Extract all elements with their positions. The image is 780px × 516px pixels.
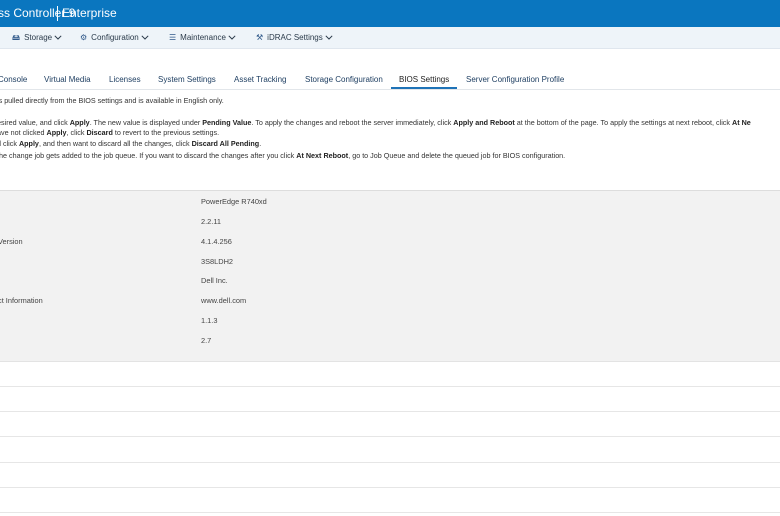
info-emphasis: Discard [86,128,113,137]
info-text: . To apply the changes and reboot the se… [251,118,454,127]
tab-system-settings[interactable]: System Settings [158,68,216,89]
info-text: , go to Job Queue and delete the queued … [348,151,566,160]
detail-value: 2.7 [201,336,212,345]
bios-system-information: Version ct Information PowerEdge R740xd … [0,190,780,362]
tab-console[interactable]: Console [0,68,27,89]
menu-maintenance[interactable]: ☰ Maintenance [169,27,236,48]
info-line-1: is pulled directly from the BIOS setting… [0,96,224,105]
detail-label-contact-information: ct Information [0,296,43,305]
tab-virtual-media[interactable]: Virtual Media [44,68,91,89]
info-text: , and then want to discard all the chang… [38,139,192,148]
info-text: the change job gets added to the job que… [0,151,297,160]
app-header: ss Controller 9 Enterprise [0,0,780,27]
menu-idrac-settings[interactable]: ⚒ iDRAC Settings [256,27,333,48]
detail-label-version: Version [0,237,23,246]
info-text: at the bottom of the page. To apply the … [514,118,732,127]
settings-row-divider [0,487,780,488]
settings-row-divider [0,386,780,387]
tab-storage-configuration[interactable]: Storage Configuration [305,68,383,89]
tab-asset-tracking[interactable]: Asset Tracking [234,68,286,89]
settings-row-divider [0,462,780,463]
detail-value-version: 4.1.4.256 [201,237,232,246]
info-emphasis: Pending Value [202,118,252,127]
info-line-5: the change job gets added to the job que… [0,150,565,161]
info-text: . [259,139,262,148]
configuration-icon: ⚙ [80,33,88,43]
info-emphasis: Discard All Pending [191,139,260,148]
settings-row-divider [0,436,780,437]
info-text: d click [0,139,17,148]
detail-value-service-tag: 3S8LDH2 [201,257,234,266]
product-edition: Enterprise [62,6,117,20]
settings-tabs: Console Virtual Media Licenses System Se… [0,68,780,90]
info-emphasis: Apply [46,128,67,137]
menu-configuration-label: Configuration [91,33,139,42]
info-emphasis: Apply [69,118,90,127]
chevron-down-icon [228,35,236,41]
tab-server-configuration-profile[interactable]: Server Configuration Profile [466,68,564,89]
detail-value-system-model: PowerEdge R740xd [201,197,267,206]
info-text: to revert to the previous settings. [112,128,220,137]
menu-storage[interactable]: 🖴 Storage [12,27,62,48]
menu-storage-label: Storage [24,33,53,42]
info-text: , click [66,128,87,137]
chevron-down-icon [325,35,333,41]
title-divider [57,6,58,21]
detail-value: 1.1.3 [201,316,218,325]
info-text: ave not clicked [0,128,47,137]
main-menu: 🖴 Storage ⚙ Configuration ☰ Maintenance ⚒ iD… [0,27,780,49]
info-text: . The new value is displayed under [89,118,203,127]
info-emphasis: Apply [18,139,39,148]
detail-value-manufacturer: Dell Inc. [201,276,228,285]
info-text: esired value, and click [0,118,70,127]
info-emphasis: At Ne [732,118,751,127]
info-line-3: ave not clicked Apply, click Discard to … [0,127,219,138]
settings-row-divider [0,411,780,412]
storage-icon: 🖴 [12,33,21,43]
info-emphasis: At Next Reboot [296,151,349,160]
info-line-4: d click Apply, and then want to discard … [0,138,261,149]
tab-bios-settings[interactable]: BIOS Settings [391,68,458,89]
tab-licenses[interactable]: Licenses [109,68,141,89]
chevron-down-icon [141,35,149,41]
idrac-settings-icon: ⚒ [256,33,264,43]
settings-row-divider [0,512,780,513]
detail-value-contact-information: www.dell.com [201,296,247,305]
menu-maintenance-label: Maintenance [180,33,226,42]
detail-value: 2.2.11 [201,217,221,226]
info-emphasis: Apply and Reboot [453,118,515,127]
chevron-down-icon [54,35,62,41]
menu-configuration[interactable]: ⚙ Configuration [80,27,149,48]
menu-idrac-settings-label: iDRAC Settings [267,33,323,42]
maintenance-icon: ☰ [169,33,177,43]
